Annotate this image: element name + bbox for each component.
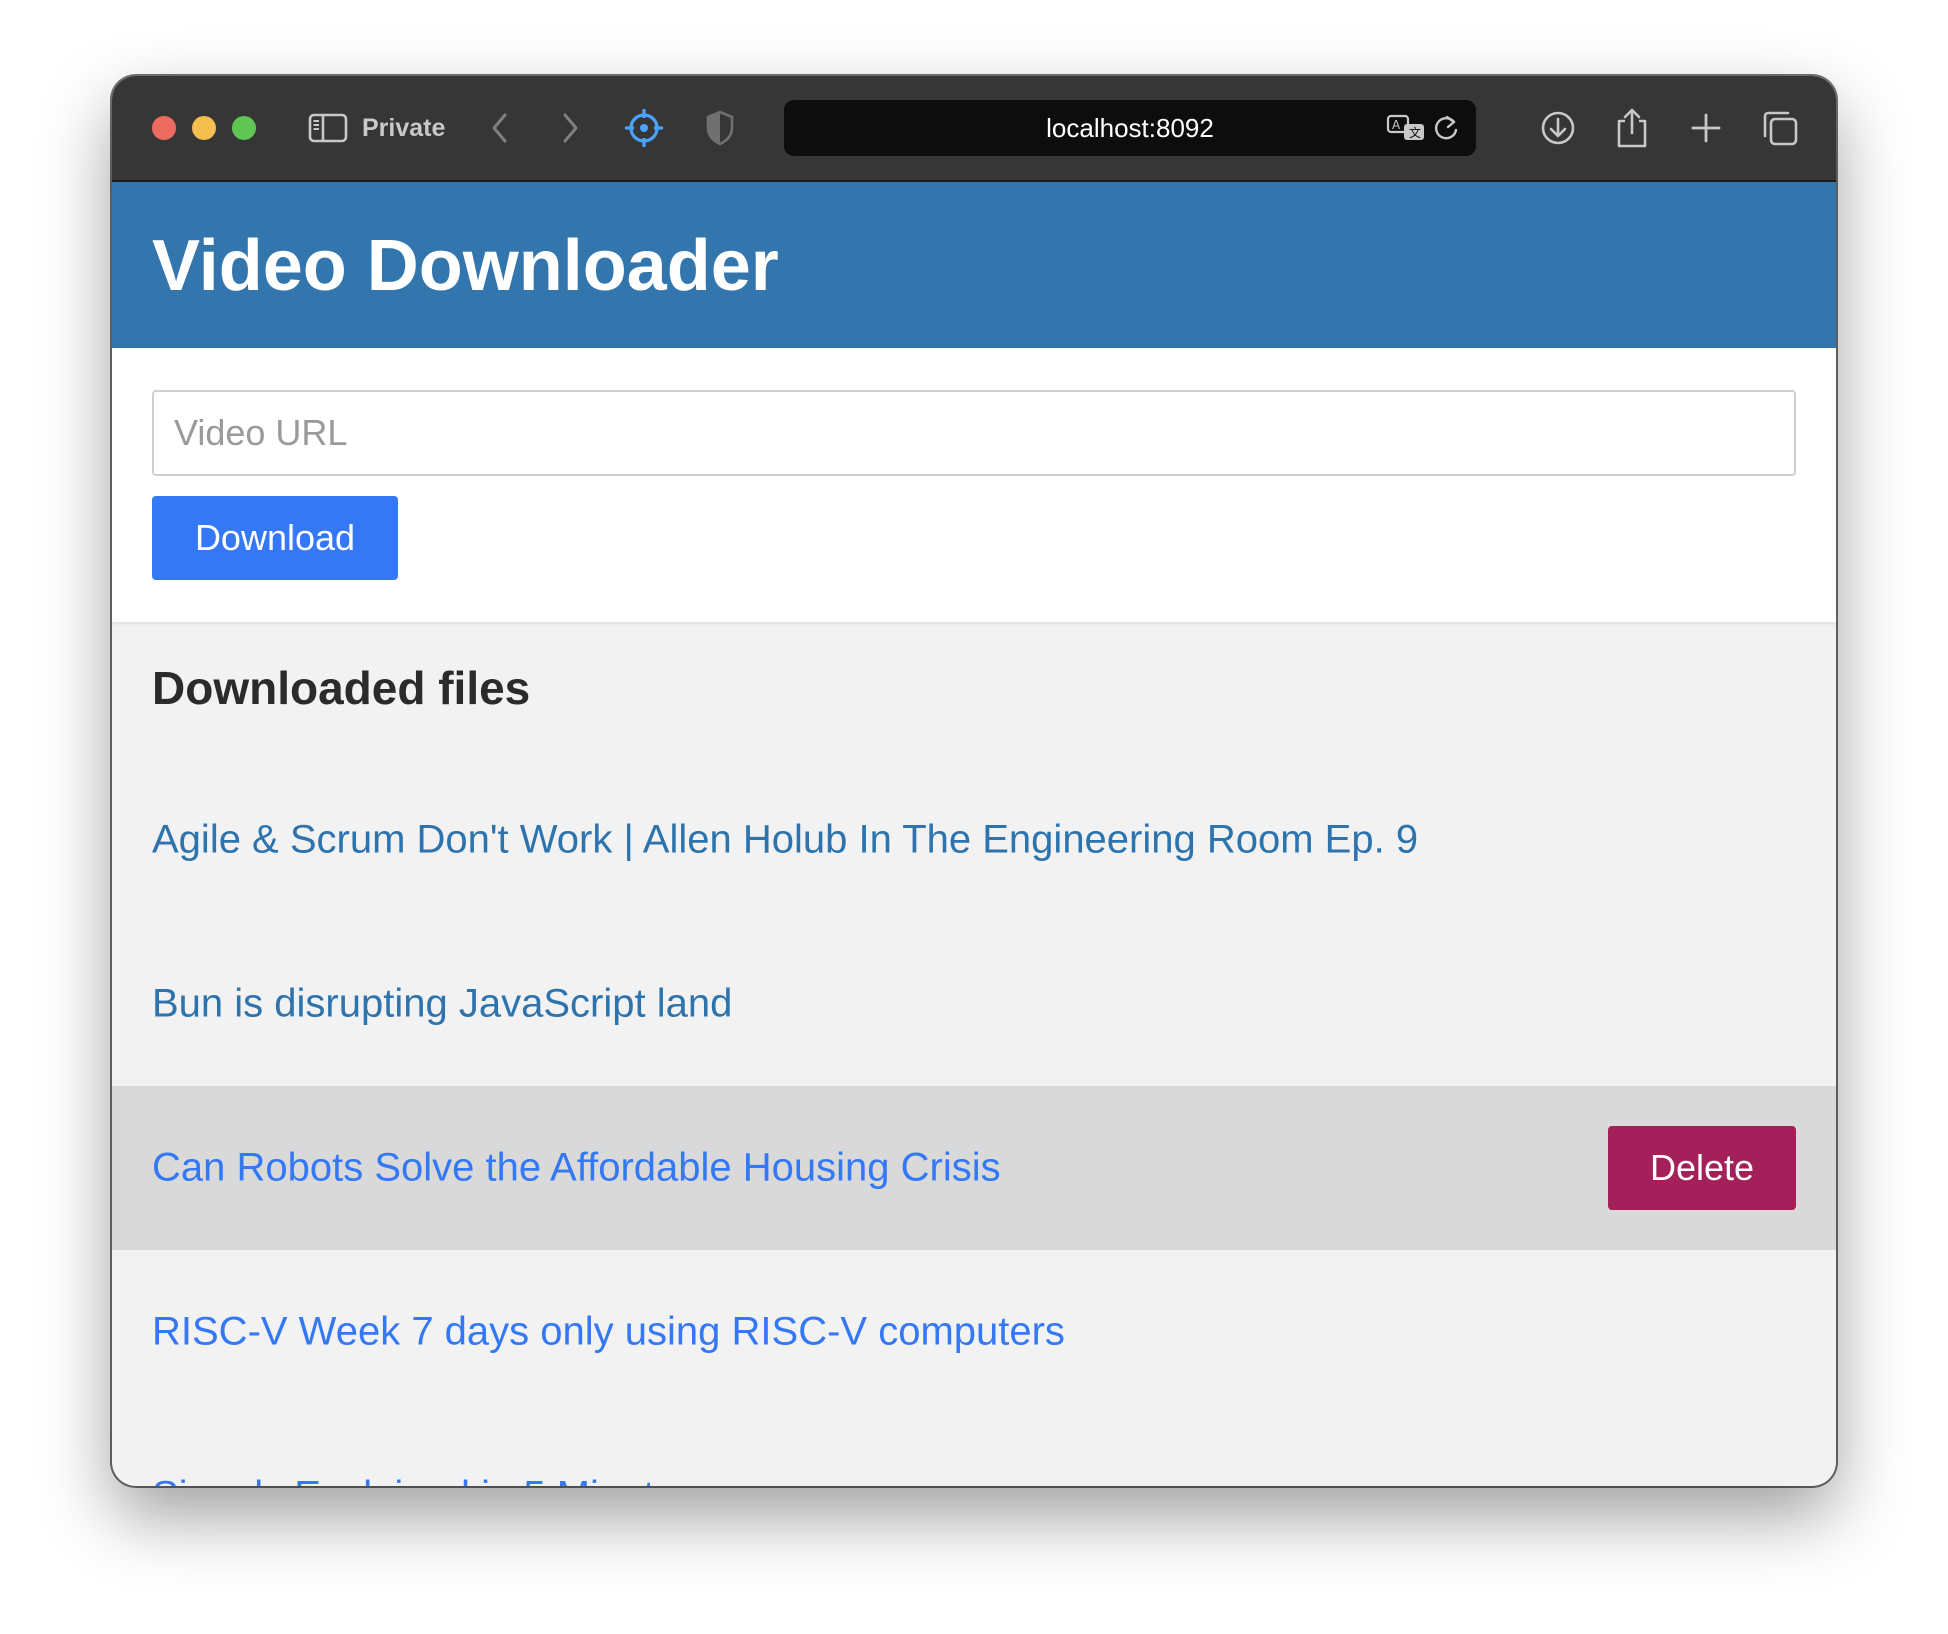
crosshair-extension-icon[interactable] (622, 106, 666, 150)
list-item: Agile & Scrum Don't Work | Allen Holub I… (112, 758, 1836, 922)
file-link[interactable]: Signals Explained in 5 Minutes (152, 1474, 697, 1487)
sidebar-toggle-icon[interactable] (306, 106, 350, 150)
browser-toolbar: Private localhost:8092 A文 (112, 76, 1836, 182)
file-link[interactable]: Bun is disrupting JavaScript land (152, 982, 732, 1027)
downloads-icon[interactable] (1536, 106, 1580, 150)
minimize-window-button[interactable] (192, 116, 216, 140)
download-button[interactable]: Download (152, 496, 398, 580)
translate-icon[interactable]: A文 (1384, 106, 1428, 150)
back-icon[interactable] (478, 106, 522, 150)
private-browsing-label: Private (362, 114, 446, 142)
privacy-shield-icon[interactable] (698, 106, 742, 150)
tab-overview-icon[interactable] (1758, 106, 1802, 150)
download-form: Download (112, 348, 1836, 622)
file-link[interactable]: Agile & Scrum Don't Work | Allen Holub I… (152, 818, 1418, 863)
app-header: Video Downloader (112, 182, 1836, 348)
list-item: RISC-V Week 7 days only using RISC-V com… (112, 1250, 1836, 1414)
address-bar-url: localhost:8092 (1046, 113, 1214, 143)
downloaded-files-heading: Downloaded files (152, 662, 531, 714)
delete-button[interactable]: Delete (1608, 1126, 1796, 1210)
close-window-button[interactable] (152, 116, 176, 140)
file-link[interactable]: RISC-V Week 7 days only using RISC-V com… (152, 1310, 1065, 1355)
video-url-input[interactable] (152, 390, 1796, 476)
page-title: Video Downloader (152, 226, 779, 306)
list-item: Bun is disrupting JavaScript land (112, 922, 1836, 1086)
svg-text:A: A (1392, 118, 1401, 132)
share-icon[interactable] (1610, 106, 1654, 150)
new-tab-icon[interactable] (1684, 106, 1728, 150)
svg-text:文: 文 (1409, 125, 1421, 140)
file-link[interactable]: Can Robots Solve the Affordable Housing … (152, 1146, 1001, 1191)
browser-window: Private localhost:8092 A文 Video Download… (112, 76, 1836, 1486)
list-item: Can Robots Solve the Affordable Housing … (112, 1086, 1836, 1250)
address-bar[interactable]: localhost:8092 A文 (784, 100, 1476, 156)
forward-icon[interactable] (548, 106, 592, 150)
reload-icon[interactable] (1424, 106, 1468, 150)
zoom-window-button[interactable] (232, 116, 256, 140)
list-item: Signals Explained in 5 Minutes (112, 1414, 1836, 1487)
